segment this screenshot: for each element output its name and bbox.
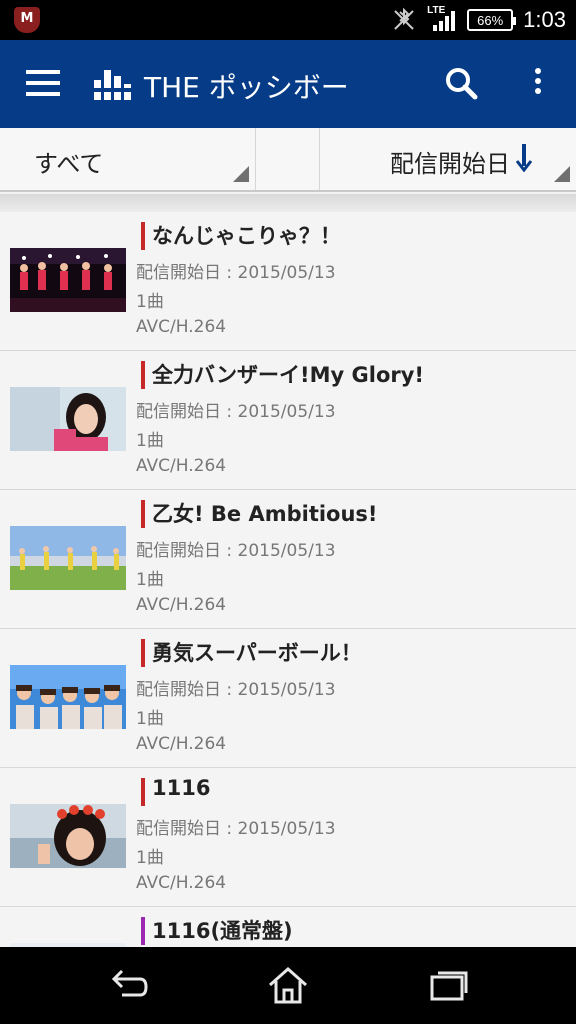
list-item[interactable]: 1116 配信開始日 : 2015/05/13 1曲 AVC/H.264	[0, 768, 576, 907]
filter-bar: すべて 配信開始日	[0, 128, 576, 192]
item-title: 1116(通常盤)	[152, 919, 293, 943]
item-codec: AVC/H.264	[136, 456, 227, 476]
thumbnail-image	[10, 248, 126, 312]
item-title: なんじゃこりゃ？！	[152, 224, 341, 248]
status-bar: M LTE 66% 1:03	[0, 0, 576, 40]
clock: 1:03	[523, 7, 566, 32]
sort-dropdown[interactable]: 配信開始日	[320, 128, 576, 190]
item-date: 配信開始日 : 2015/05/13	[136, 819, 336, 839]
item-track-count: 1曲	[136, 570, 164, 590]
item-title: 勇気スーパーボール！	[152, 641, 362, 665]
home-icon	[269, 966, 307, 1004]
album-list: なんじゃこりゃ？！ 配信開始日 : 2015/05/13 1曲 AVC/H.26…	[0, 212, 576, 947]
item-codec: AVC/H.264	[136, 734, 227, 754]
hamburger-icon	[26, 70, 60, 74]
bluetooth-off-icon	[391, 7, 417, 33]
category-label: すべて	[34, 150, 104, 178]
item-track-count: 1曲	[136, 709, 164, 729]
list-item[interactable]: 全力バンザーイ!My Glory! 配信開始日 : 2015/05/13 1曲 …	[0, 351, 576, 490]
battery-level: 66%	[477, 12, 504, 28]
list-item[interactable]: 乙女! Be Ambitious! 配信開始日 : 2015/05/13 1曲 …	[0, 490, 576, 629]
item-accent-bar	[141, 639, 145, 667]
item-date: 配信開始日 : 2015/05/13	[136, 263, 336, 283]
category-dropdown[interactable]: すべて	[0, 128, 256, 190]
status-icons: LTE 66% 1:03	[391, 0, 566, 40]
item-track-count: 1曲	[136, 431, 164, 451]
battery-icon: 66%	[467, 9, 517, 31]
item-codec: AVC/H.264	[136, 317, 227, 337]
back-icon	[111, 969, 148, 997]
list-header-shadow	[0, 194, 576, 212]
item-date: 配信開始日 : 2015/05/13	[136, 541, 336, 561]
recent-apps-icon	[430, 971, 468, 1001]
item-date: 配信開始日 : 2015/05/13	[136, 402, 336, 422]
list-item[interactable]: 1116(通常盤)	[0, 907, 576, 947]
list-item[interactable]: 勇気スーパーボール！ 配信開始日 : 2015/05/13 1曲 AVC/H.2…	[0, 629, 576, 768]
item-title: 乙女! Be Ambitious!	[152, 502, 378, 526]
sort-label: 配信開始日	[390, 150, 510, 178]
item-codec: AVC/H.264	[136, 873, 227, 893]
mcafee-shield-icon: M	[14, 7, 40, 33]
item-title: 全力バンザーイ!My Glory!	[152, 363, 425, 387]
item-codec: AVC/H.264	[136, 595, 227, 615]
item-accent-bar	[141, 778, 145, 806]
item-accent-bar	[141, 917, 145, 945]
item-date: 配信開始日 : 2015/05/13	[136, 680, 336, 700]
home-button[interactable]	[266, 965, 310, 1005]
system-navigation-bar	[0, 947, 576, 1024]
search-button[interactable]	[442, 64, 482, 104]
thumbnail-image	[10, 804, 126, 868]
sort-descending-icon	[516, 144, 532, 172]
signal-icon: LTE	[427, 5, 457, 33]
back-button[interactable]	[106, 965, 150, 1005]
search-icon	[446, 68, 478, 100]
list-item[interactable]: なんじゃこりゃ？！ 配信開始日 : 2015/05/13 1曲 AVC/H.26…	[0, 212, 576, 351]
item-title: 1116	[152, 776, 211, 800]
thumbnail-image	[10, 526, 126, 590]
thumbnail-image	[10, 665, 126, 729]
dropdown-corner-icon	[233, 166, 249, 182]
filter-divider-cell	[256, 128, 320, 190]
item-accent-bar	[141, 361, 145, 389]
app-title: THE ポッシボー	[144, 71, 349, 104]
dropdown-corner-icon	[554, 166, 570, 182]
recent-apps-button[interactable]	[426, 965, 470, 1005]
item-accent-bar	[141, 500, 145, 528]
menu-button[interactable]	[24, 66, 64, 102]
app-bar: THE ポッシボー	[0, 40, 576, 128]
app-logo-icon	[94, 70, 132, 100]
overflow-menu-button[interactable]	[524, 64, 552, 104]
item-track-count: 1曲	[136, 292, 164, 312]
item-accent-bar	[141, 222, 145, 250]
item-track-count: 1曲	[136, 848, 164, 868]
thumbnail-image	[10, 387, 126, 451]
